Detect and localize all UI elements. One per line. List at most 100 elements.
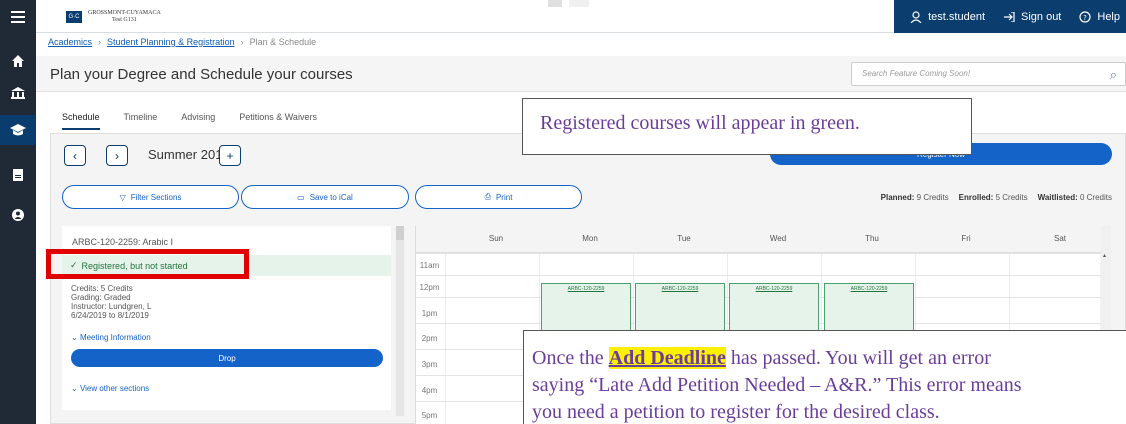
enrolled-value: 5 Credits (995, 193, 1028, 202)
menu-icon[interactable] (0, 2, 36, 32)
user-menu: test.student Sign out ? Help (894, 0, 1126, 33)
breadcrumb-separator: › (98, 37, 102, 47)
calendar-header: Sun Mon Tue Wed Thu Fri Sat (416, 226, 1101, 253)
add-term-button[interactable]: + (219, 145, 241, 166)
help-icon: ? (1079, 10, 1091, 23)
logo-mark: G·C (66, 11, 82, 23)
time-label: 12pm (419, 283, 440, 292)
user-account-button[interactable]: test.student (910, 11, 985, 23)
logo-name: GROSSMONT-CUYAMACA (88, 10, 161, 16)
academics-icon[interactable] (0, 115, 36, 145)
search-icon[interactable]: ⌕ (1110, 67, 1117, 83)
enrolled-label: Enrolled: (958, 193, 994, 202)
page-header: Plan your Degree and Schedule your cours… (36, 56, 1126, 92)
top-bar: G·C GROSSMONT-CUYAMACA Test G131 test.st… (36, 0, 1126, 33)
time-label: 1pm (421, 309, 438, 318)
breadcrumb-student-planning[interactable]: Student Planning & Registration (107, 37, 235, 47)
filter-sections-button[interactable]: ▽ Filter Sections (62, 185, 239, 209)
day-fri: Fri (961, 234, 971, 243)
course-dates: 6/24/2019 to 8/1/2019 (71, 311, 149, 320)
credit-summary: Planned: 9 Credits Enrolled: 5 Credits W… (881, 193, 1112, 202)
callout-text: has passed. You will get an error (725, 347, 991, 369)
calendar-icon: ▭ (297, 192, 305, 202)
sign-out-label: Sign out (1021, 10, 1062, 23)
help-label: Help (1097, 10, 1120, 23)
chevron-down-icon: ⌄ (71, 333, 78, 342)
previous-term-button[interactable]: ‹ (64, 145, 86, 166)
tab-timeline[interactable]: Timeline (124, 112, 158, 130)
time-label: 5pm (421, 411, 438, 420)
decorative-block (569, 0, 589, 7)
scrollbar-thumb[interactable] (396, 226, 404, 240)
breadcrumb-academics[interactable]: Academics (48, 37, 92, 47)
highlight-box (46, 249, 249, 279)
annotation-callout-registered: Registered courses will appear in green. (522, 98, 972, 155)
save-to-ical-button[interactable]: ▭ Save to iCal (241, 185, 409, 209)
user-icon (910, 10, 922, 23)
view-other-sections-toggle[interactable]: ⌄ View other sections (71, 384, 149, 393)
breadcrumb: Academics › Student Planning & Registrat… (48, 37, 316, 47)
college-logo[interactable]: G·C GROSSMONT-CUYAMACA Test G131 (66, 7, 161, 27)
print-label: Print (495, 192, 513, 202)
drop-button[interactable]: Drop (71, 349, 383, 367)
annotation-callout-add-deadline: Once the Add Deadline has passed. You wi… (523, 330, 1126, 424)
meeting-information-label: Meeting Information (79, 333, 151, 342)
waitlisted-value: 0 Credits (1079, 193, 1112, 202)
time-row: 11am (416, 253, 1101, 275)
course-code[interactable]: ARBC-120-2259: Arabic I (72, 237, 173, 247)
sign-out-button[interactable]: Sign out (1003, 11, 1061, 23)
day-sun: Sun (488, 234, 504, 243)
chevron-down-icon: ⌄ (71, 384, 78, 393)
waitlisted-label: Waitlisted: (1037, 193, 1078, 202)
planned-value: 9 Credits (916, 193, 949, 202)
search-input[interactable]: Search Feature Coming Soon! ⌕ (851, 62, 1126, 86)
breadcrumb-current: Plan & Schedule (249, 37, 317, 47)
search-placeholder: Search Feature Coming Soon! (862, 69, 971, 78)
svg-text:?: ? (1084, 14, 1088, 22)
document-icon[interactable] (0, 160, 36, 190)
print-button[interactable]: ⎙ Print (415, 185, 582, 209)
screen: G·C GROSSMONT-CUYAMACA Test G131 test.st… (0, 0, 1126, 424)
callout-text: Once the (532, 347, 609, 369)
breadcrumb-separator: › (240, 37, 244, 47)
user-circle-icon[interactable] (0, 200, 36, 230)
username: test.student (928, 10, 985, 23)
save-to-ical-label: Save to iCal (309, 192, 353, 202)
page-title: Plan your Degree and Schedule your cours… (50, 66, 353, 83)
day-tue: Tue (677, 234, 691, 243)
tab-petitions-waivers[interactable]: Petitions & Waivers (239, 112, 317, 130)
home-icon[interactable] (0, 46, 36, 76)
course-details: Credits: 5 Credits Grading: Graded Instr… (71, 284, 152, 320)
day-wed: Wed (769, 234, 787, 243)
term-label: Summer 2019 (148, 147, 230, 162)
time-label: 4pm (421, 386, 438, 395)
scroll-up-arrow-icon[interactable]: ▴ (1103, 252, 1106, 259)
callout-text: saying “Late Add Petition Needed – A&R.”… (532, 374, 1022, 396)
time-label: 3pm (421, 360, 438, 369)
view-other-sections-label: View other sections (79, 384, 150, 393)
next-term-button[interactable]: › (106, 145, 128, 166)
add-deadline-highlight: Add Deadline (608, 347, 726, 369)
tab-schedule[interactable]: Schedule (62, 112, 100, 130)
filter-icon: ▽ (119, 192, 126, 202)
callout-text: you need a petition to register for the … (532, 401, 940, 423)
sign-out-icon (1004, 11, 1015, 22)
tab-advising[interactable]: Advising (181, 112, 215, 130)
day-sat: Sat (1053, 234, 1066, 243)
time-label: 11am (419, 261, 440, 270)
day-mon: Mon (582, 234, 598, 243)
tab-bar: Schedule Timeline Advising Petitions & W… (62, 112, 317, 130)
help-button[interactable]: ? Help (1079, 11, 1120, 23)
logo-subtitle: Test G131 (112, 17, 137, 23)
course-grading: Grading: Graded (71, 293, 131, 302)
day-thu: Thu (865, 234, 879, 243)
finance-icon[interactable] (0, 78, 36, 108)
time-label: 2pm (421, 334, 438, 343)
course-list-scrollbar[interactable] (396, 226, 404, 416)
course-credits: Credits: 5 Credits (71, 284, 133, 293)
decorative-block (548, 0, 562, 7)
left-sidebar (0, 0, 36, 424)
print-icon: ⎙ (484, 192, 491, 201)
planned-label: Planned: (880, 193, 915, 202)
meeting-information-toggle[interactable]: ⌄ Meeting Information (71, 333, 151, 342)
